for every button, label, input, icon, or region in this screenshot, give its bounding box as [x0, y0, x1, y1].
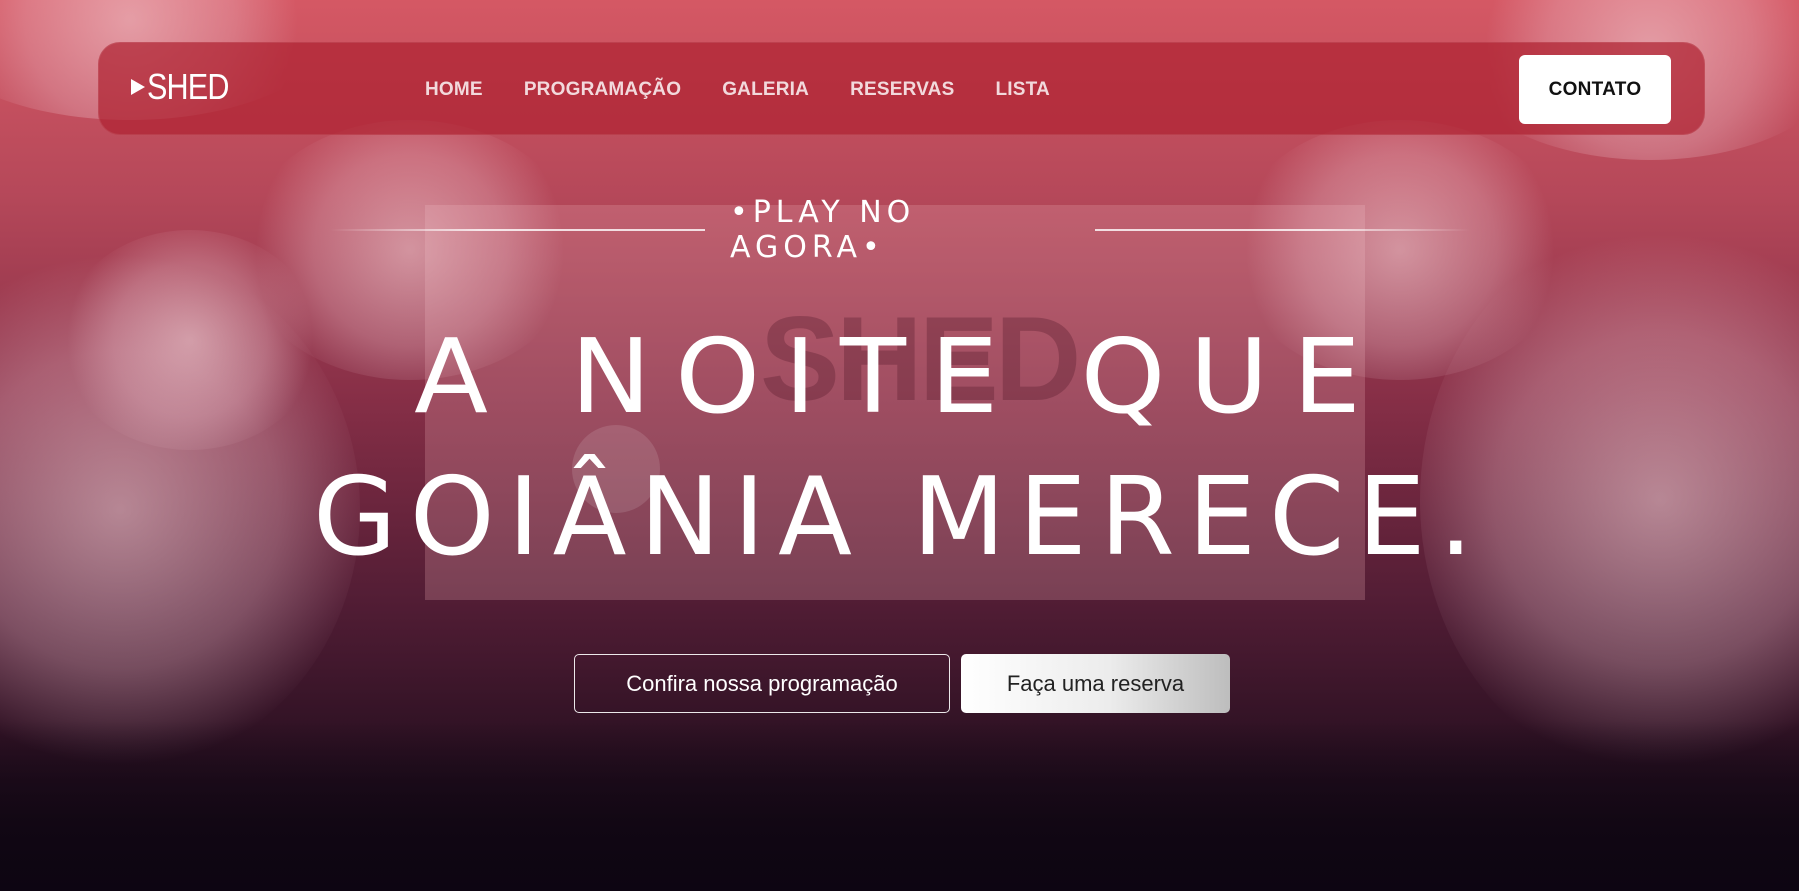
navbar: SHED HOME PROGRAMAÇÃO GALERIA RESERVAS L… — [98, 42, 1705, 135]
contact-button[interactable]: CONTATO — [1519, 55, 1671, 124]
headline-line-2: GOIÂNIA MERECE. — [313, 455, 1486, 580]
reservation-button[interactable]: Faça uma reserva — [961, 654, 1230, 713]
nav-link-lista[interactable]: LISTA — [995, 79, 1049, 101]
schedule-button[interactable]: Confira nossa programação — [574, 654, 950, 713]
nav-link-reservas[interactable]: RESERVAS — [850, 79, 954, 101]
nav-menu: HOME PROGRAMAÇÃO GALERIA RESERVAS LISTA — [425, 43, 1050, 136]
nav-link-programacao[interactable]: PROGRAMAÇÃO — [524, 79, 681, 101]
nav-link-galeria[interactable]: GALERIA — [722, 79, 809, 101]
headline-line-1: A NOITE QUE — [414, 318, 1385, 437]
crowd-silhouette — [0, 721, 1799, 891]
tagline-row: •PLAY NO AGORA• — [330, 195, 1470, 265]
brand-logo[interactable]: SHED — [131, 67, 243, 107]
tagline-divider-right — [1095, 229, 1470, 231]
play-icon — [131, 79, 145, 95]
tagline-divider-left — [330, 229, 705, 231]
tagline: •PLAY NO AGORA• — [730, 195, 916, 265]
logo-text: SHED — [147, 66, 229, 107]
nav-link-home[interactable]: HOME — [425, 79, 483, 101]
hero-section: SHED SHED HOME PROGRAMAÇÃO GALERIA RESER… — [0, 0, 1799, 891]
